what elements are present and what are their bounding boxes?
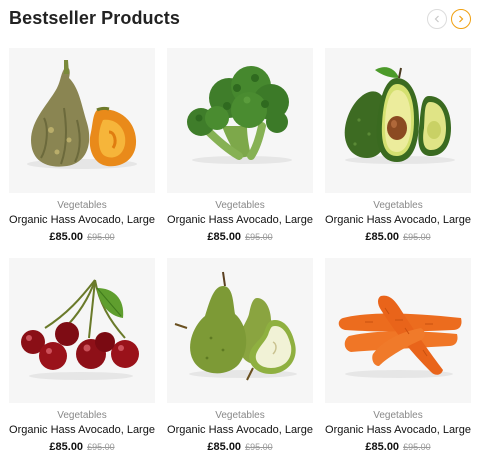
product-name[interactable]: Organic Hass Avocado, Large — [325, 424, 471, 436]
product-old-price: £95.00 — [87, 442, 115, 452]
product-old-price: £95.00 — [245, 232, 273, 242]
product-old-price: £95.00 — [245, 442, 273, 452]
product-prices: £85.00 £95.00 — [167, 441, 313, 453]
carousel-next-button[interactable] — [451, 9, 471, 29]
product-prices: £85.00 £95.00 — [167, 231, 313, 243]
product-category: Vegetables — [373, 410, 423, 421]
product-image[interactable] — [325, 48, 471, 193]
pears-image — [174, 271, 297, 381]
product-prices: £85.00 £95.00 — [325, 441, 471, 453]
product-price: £85.00 — [49, 231, 84, 243]
product-category: Vegetables — [215, 200, 265, 211]
product-name[interactable]: Organic Hass Avocado, Large — [167, 424, 313, 436]
chevron-right-icon — [459, 15, 464, 23]
product-old-price: £95.00 — [403, 232, 431, 242]
product-card[interactable]: Vegetables Organic Hass Avocado, Large £… — [167, 258, 313, 453]
product-name[interactable]: Organic Hass Avocado, Large — [167, 214, 313, 226]
product-name[interactable]: Organic Hass Avocado, Large — [325, 214, 471, 226]
product-prices: £85.00 £95.00 — [325, 231, 471, 243]
carrots-image — [338, 295, 462, 378]
cherries-image — [21, 279, 139, 380]
product-prices: £85.00 £95.00 — [9, 441, 155, 453]
product-prices: £85.00 £95.00 — [9, 231, 155, 243]
product-price: £85.00 — [365, 231, 400, 243]
product-old-price: £95.00 — [87, 232, 115, 242]
product-category: Vegetables — [57, 200, 107, 211]
section-title: Bestseller Products — [9, 8, 180, 28]
product-image[interactable] — [325, 258, 471, 403]
product-old-price: £95.00 — [403, 442, 431, 452]
product-category: Vegetables — [215, 410, 265, 421]
product-category: Vegetables — [57, 410, 107, 421]
product-image[interactable] — [167, 258, 313, 403]
carousel-prev-button[interactable] — [427, 9, 447, 29]
pumpkin-squash-image — [27, 60, 137, 169]
product-name[interactable]: Organic Hass Avocado, Large — [9, 214, 155, 226]
product-image[interactable] — [167, 48, 313, 193]
product-price: £85.00 — [49, 441, 84, 453]
avocado-image — [344, 67, 455, 164]
product-price: £85.00 — [207, 231, 242, 243]
product-image[interactable] — [9, 258, 155, 403]
product-card[interactable]: Vegetables Organic Hass Avocado, Large £… — [9, 48, 155, 243]
product-image[interactable] — [9, 48, 155, 193]
product-card[interactable]: Vegetables Organic Hass Avocado, Large £… — [325, 48, 471, 243]
product-card[interactable]: Vegetables Organic Hass Avocado, Large £… — [167, 48, 313, 243]
product-name[interactable]: Organic Hass Avocado, Large — [9, 424, 155, 436]
chevron-left-icon — [434, 15, 439, 23]
product-price: £85.00 — [207, 441, 242, 453]
broccoli-image — [187, 66, 292, 164]
product-price: £85.00 — [365, 441, 400, 453]
product-card[interactable]: Vegetables Organic Hass Avocado, Large £… — [325, 258, 471, 453]
product-category: Vegetables — [373, 200, 423, 211]
product-card[interactable]: Vegetables Organic Hass Avocado, Large £… — [9, 258, 155, 453]
section-header: Bestseller Products — [9, 6, 471, 32]
